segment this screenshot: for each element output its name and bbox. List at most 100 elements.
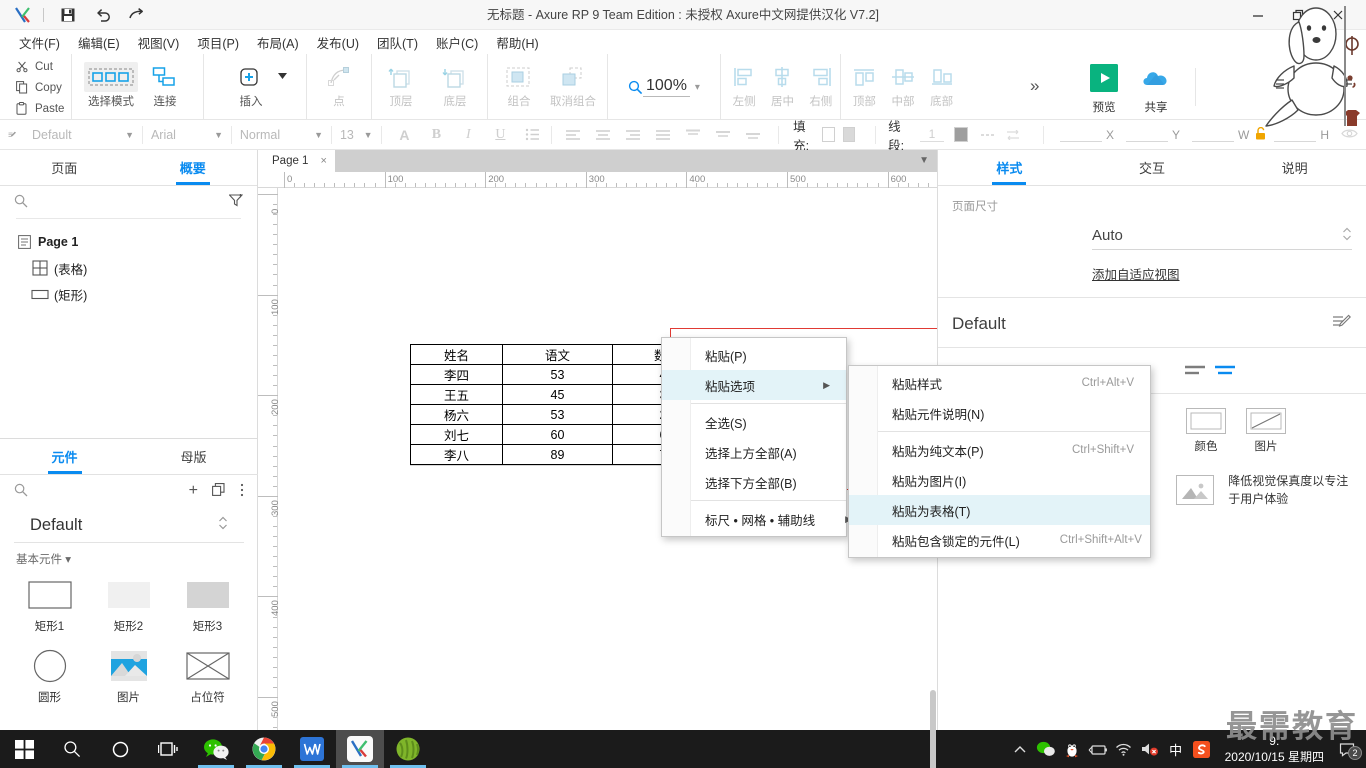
table-cell[interactable]: 60 xyxy=(502,424,613,445)
valign-top-icon[interactable] xyxy=(682,125,704,145)
menu-item-select-all[interactable]: 全选(S) xyxy=(662,407,846,437)
ungroup-button[interactable]: 取消组合 xyxy=(546,54,600,116)
table-cell[interactable]: 刘七 xyxy=(410,424,503,445)
y-input[interactable] xyxy=(1126,127,1168,142)
align-left-button[interactable]: 左侧 xyxy=(725,54,763,116)
select-mode-button[interactable]: 选择模式 xyxy=(84,54,138,116)
insert-button[interactable]: 插入 xyxy=(224,54,278,116)
group-button[interactable]: 组合 xyxy=(492,54,546,116)
tab-interactions[interactable]: 交互 xyxy=(1081,150,1224,185)
share-button[interactable]: 共享 xyxy=(1130,54,1182,115)
bg-align-left-icon[interactable] xyxy=(1180,364,1210,378)
fill-image-option[interactable]: 图片 xyxy=(1236,408,1296,454)
submenu-item-paste-locked[interactable]: 粘贴包含锁定的元件(L) Ctrl+Shift+Alt+V xyxy=(849,525,1150,555)
table-cell[interactable]: 89 xyxy=(502,444,613,465)
page-size-select[interactable]: Auto xyxy=(1092,226,1352,250)
tab-masters[interactable]: 母版 xyxy=(129,439,258,474)
menu-layout[interactable]: 布局(A) xyxy=(248,30,308,55)
table-header-cell[interactable]: 姓名 xyxy=(410,344,503,365)
qq-penguin-icon[interactable] xyxy=(1059,740,1085,758)
submenu-item-paste-as-table[interactable]: 粘贴为表格(T) xyxy=(849,495,1150,525)
align-bottom-button[interactable]: 底部 xyxy=(922,54,961,116)
align-text-justify-icon[interactable] xyxy=(652,125,674,145)
taskbar-chrome[interactable] xyxy=(240,730,288,768)
menu-edit[interactable]: 编辑(E) xyxy=(69,30,129,55)
library-selector[interactable]: Default xyxy=(14,507,244,543)
fill-color-swatch[interactable] xyxy=(822,127,835,142)
submenu-item-paste-as-image[interactable]: 粘贴为图片(I) xyxy=(849,465,1150,495)
minimize-button[interactable] xyxy=(1238,0,1278,30)
zoom-value[interactable]: 100% xyxy=(643,77,690,97)
x-input[interactable] xyxy=(1059,127,1102,142)
wechat-tray-icon[interactable] xyxy=(1033,741,1059,757)
library-item-rect2[interactable]: 矩形2 xyxy=(89,575,168,634)
paste-button[interactable]: Paste xyxy=(0,98,71,119)
page-tab-page1[interactable]: Page 1 × xyxy=(258,150,335,172)
cortana-circle-icon[interactable] xyxy=(96,730,144,768)
menu-team[interactable]: 团队(T) xyxy=(368,30,427,55)
copy-button[interactable]: Copy xyxy=(0,77,71,98)
menu-item-select-above[interactable]: 选择上方全部(A) xyxy=(662,437,846,467)
italic-icon[interactable]: I xyxy=(457,125,479,145)
align-middle-button[interactable]: 中部 xyxy=(884,54,923,116)
search-icon[interactable] xyxy=(14,483,28,500)
ime-chinese-icon[interactable]: 中 xyxy=(1163,740,1189,759)
align-text-left-icon[interactable] xyxy=(562,125,584,145)
insert-dropdown-arrow[interactable] xyxy=(278,54,287,98)
toolbar-overflow-button[interactable]: » xyxy=(1030,76,1039,96)
horizontal-ruler[interactable]: 0 100 200 300 400 500 600 xyxy=(258,172,970,188)
menu-publish[interactable]: 发布(U) xyxy=(308,30,368,55)
menu-project[interactable]: 项目(P) xyxy=(188,30,248,55)
plus-icon[interactable]: + xyxy=(189,482,198,500)
close-icon[interactable]: × xyxy=(320,155,326,167)
fill-opacity-swatch[interactable] xyxy=(842,127,856,142)
line-style-dashed-icon[interactable] xyxy=(978,125,998,145)
connect-button[interactable]: 连接 xyxy=(138,54,192,116)
table-cell[interactable]: 杨六 xyxy=(410,404,503,425)
align-center-button[interactable]: 居中 xyxy=(763,54,801,116)
battery-icon[interactable] xyxy=(1085,743,1111,756)
align-text-right-icon[interactable] xyxy=(622,125,644,145)
default-style-row[interactable]: Default xyxy=(938,298,1366,348)
sogou-icon[interactable] xyxy=(1189,740,1215,758)
table-cell[interactable]: 李四 xyxy=(410,364,503,385)
copy-library-icon[interactable] xyxy=(212,482,226,500)
style-paint-icon[interactable] xyxy=(0,120,24,150)
menu-item-paste[interactable]: 粘贴(P) xyxy=(662,340,846,370)
table-cell[interactable]: 李八 xyxy=(410,444,503,465)
notification-center-icon[interactable]: 2 xyxy=(1334,742,1362,760)
taskbar-axure[interactable] xyxy=(336,730,384,768)
edit-style-icon[interactable] xyxy=(1332,312,1352,335)
taskbar-wps[interactable] xyxy=(288,730,336,768)
font-weight-select[interactable]: Normal ▼ xyxy=(232,120,331,150)
menu-item-paste-options[interactable]: 粘贴选项 ▶ xyxy=(662,370,846,400)
zoom-chevron-down-icon[interactable]: ▾ xyxy=(695,82,700,93)
taskbar-green-app[interactable] xyxy=(384,730,432,768)
align-text-center-icon[interactable] xyxy=(592,125,614,145)
start-button[interactable] xyxy=(0,730,48,768)
library-item-rect3[interactable]: 矩形3 xyxy=(168,575,247,634)
send-back-button[interactable]: 底层 xyxy=(428,54,482,116)
more-options-icon[interactable] xyxy=(240,483,244,500)
font-size-select[interactable]: 13 ▼ xyxy=(332,120,381,150)
tab-widgets[interactable]: 元件 xyxy=(0,439,129,474)
table-cell[interactable]: 45 xyxy=(502,384,613,405)
menu-file[interactable]: 文件(F) xyxy=(10,30,69,55)
table-cell[interactable]: 53 xyxy=(502,364,613,385)
tree-node-rectangle[interactable]: (矩形) xyxy=(14,281,257,307)
point-button[interactable]: 点 xyxy=(312,54,366,116)
cut-button[interactable]: Cut xyxy=(0,56,71,77)
style-select[interactable]: Default ▼ xyxy=(24,120,142,150)
font-family-select[interactable]: Arial ▼ xyxy=(143,120,231,150)
menu-help[interactable]: 帮助(H) xyxy=(487,30,547,55)
line-color-swatch[interactable] xyxy=(954,127,968,142)
chevron-up-icon[interactable] xyxy=(1007,745,1033,754)
table-cell[interactable]: 53 xyxy=(502,404,613,425)
tab-style[interactable]: 样式 xyxy=(938,150,1081,185)
menu-account[interactable]: 账户(C) xyxy=(427,30,487,55)
align-right-button[interactable]: 右侧 xyxy=(802,54,840,116)
stepper-icon[interactable] xyxy=(1342,226,1352,245)
table-header-cell[interactable]: 语文 xyxy=(502,344,613,365)
canvas-vertical-scrollbar[interactable] xyxy=(930,690,936,768)
vertical-ruler[interactable]: 0 100 200 300 400 500 xyxy=(258,188,281,739)
